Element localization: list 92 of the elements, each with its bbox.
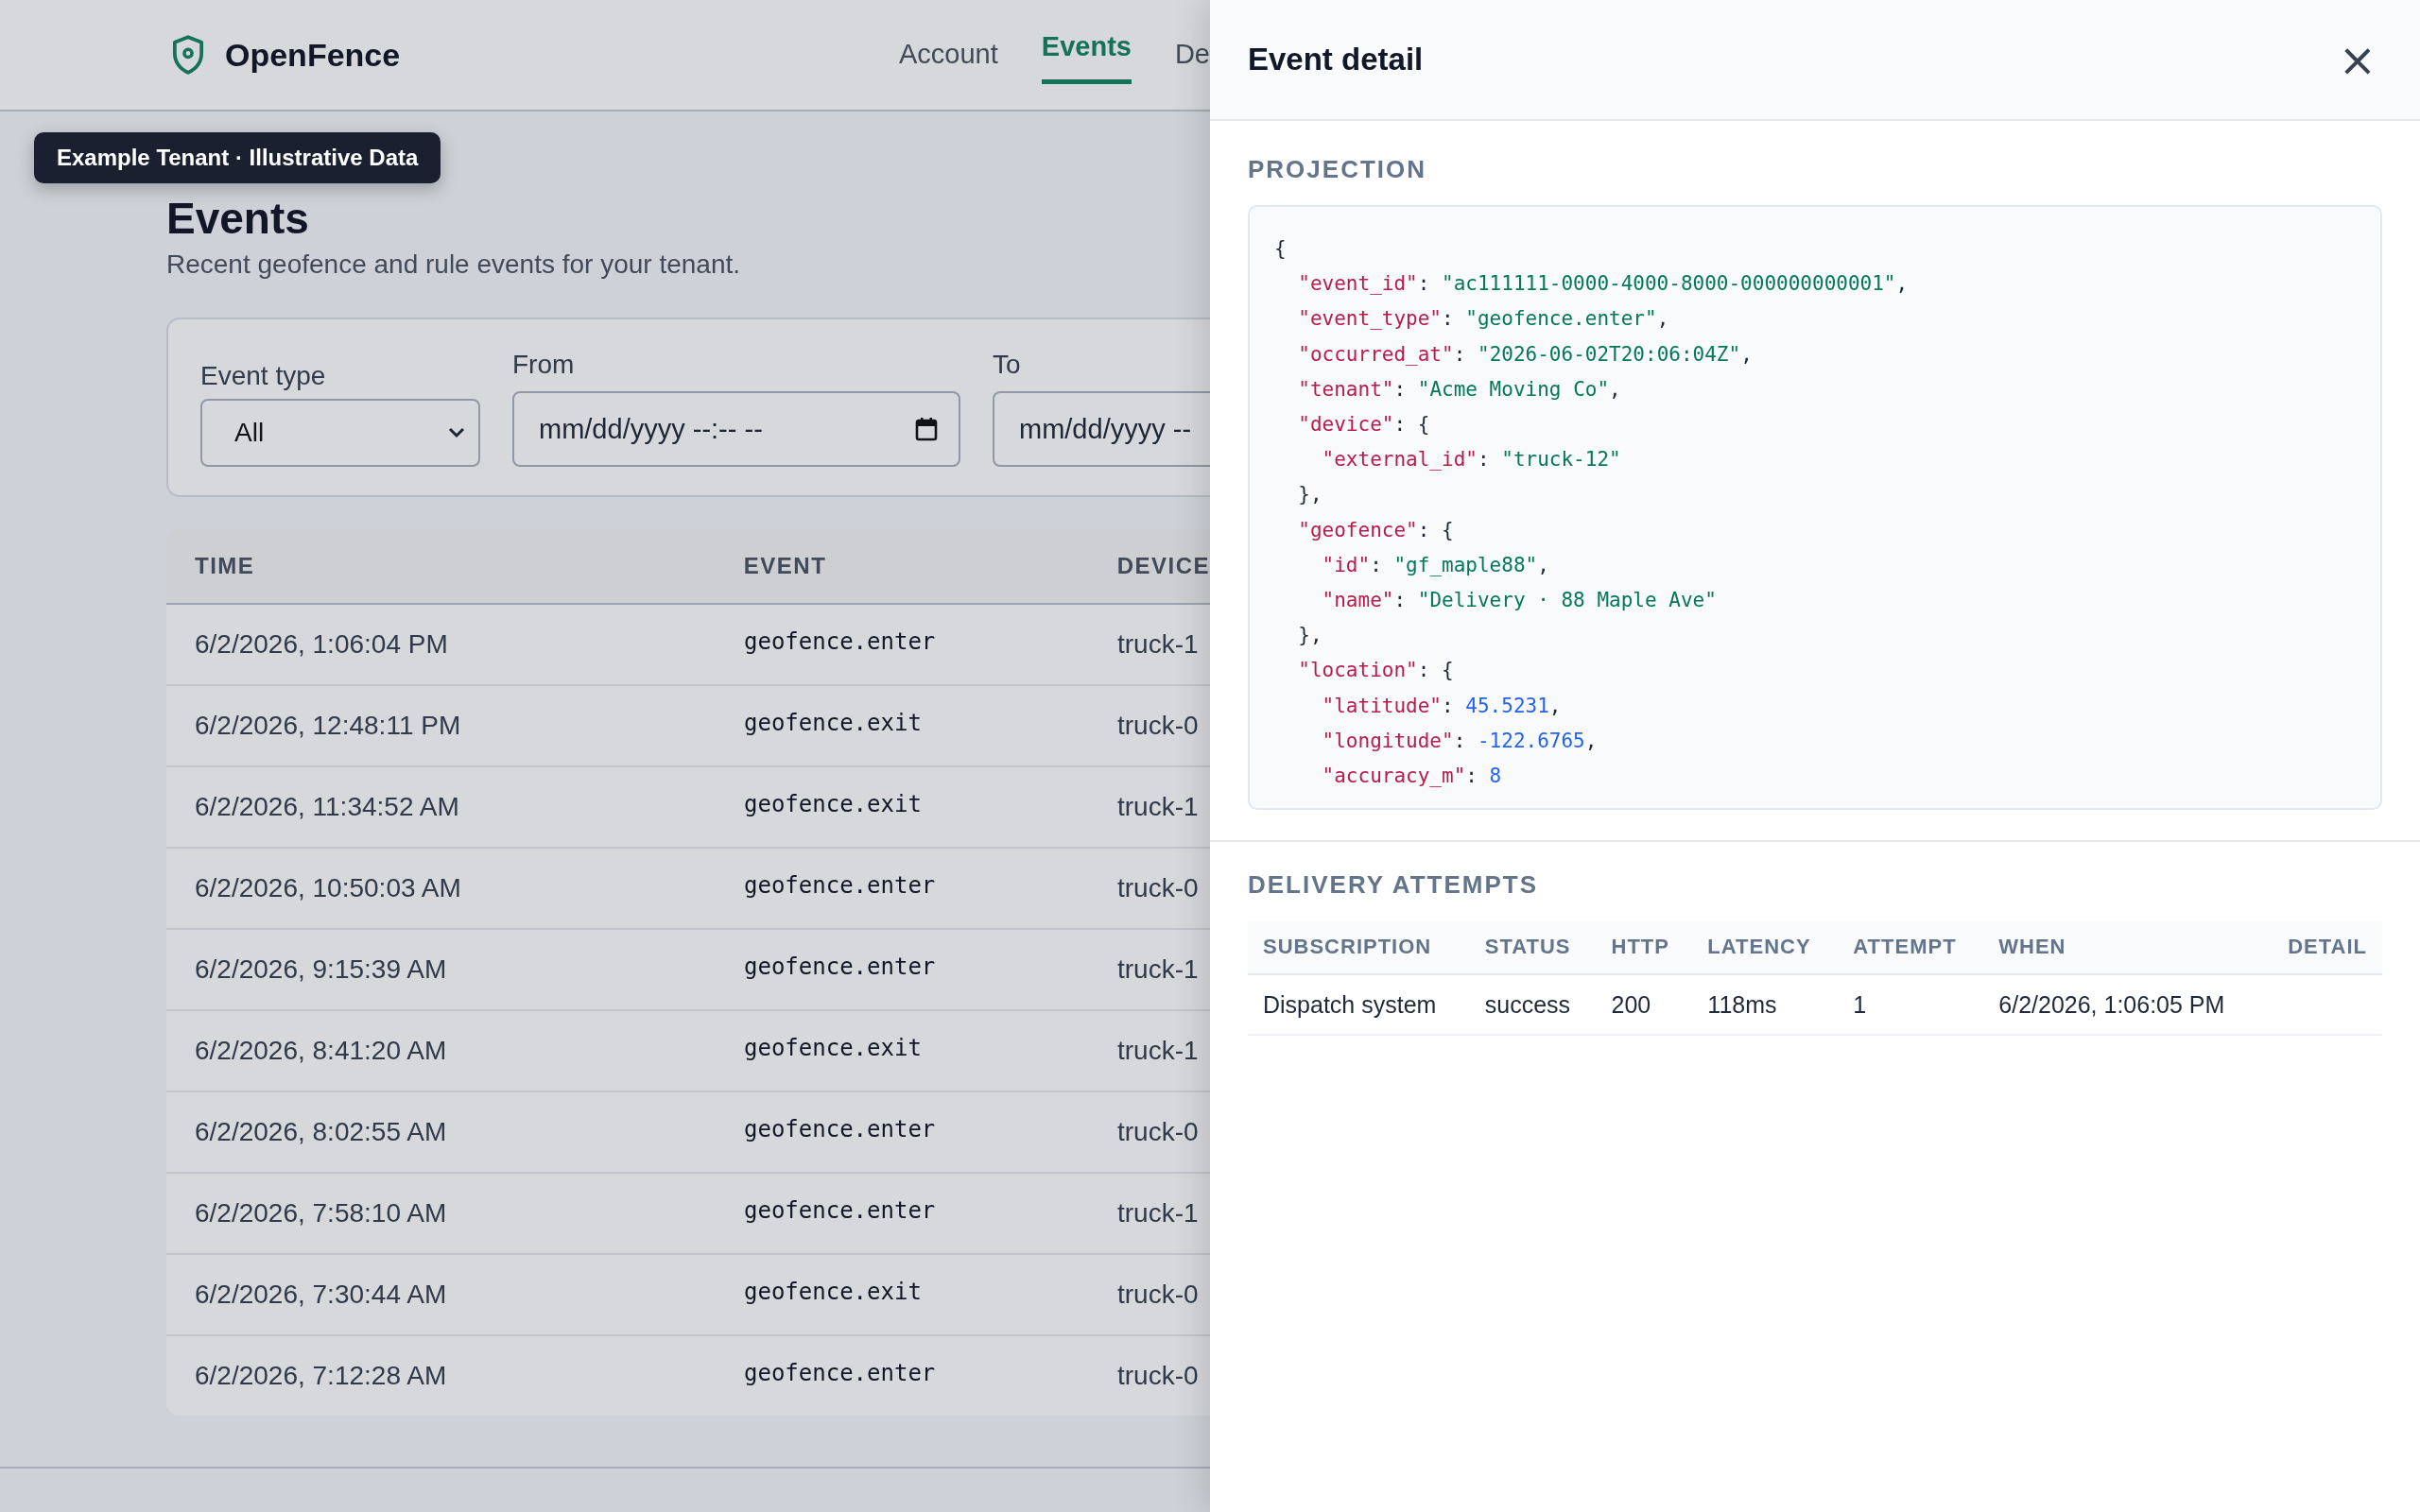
time-cell-text: 6/2/2026, 8:02:55 AM: [195, 1117, 448, 1147]
event-cell-text: geofence.exit: [744, 1279, 923, 1305]
event-row[interactable]: 6/2/2026, 7:58:10 AM geofence.enter truck-1: [166, 1172, 1210, 1253]
time-cell-text: 6/2/2026, 8:41:20 AM: [195, 1036, 448, 1066]
code-line: "latitude": 45.5231,: [1321, 693, 1563, 719]
event-cell-text: geofence.exit: [744, 791, 923, 817]
event-cell-text: geofence.enter: [744, 628, 937, 655]
table-cell: 6/2/2026, 1:06:05 PM: [1983, 974, 2263, 1035]
event-cell-text: geofence.enter: [744, 1116, 937, 1143]
device-cell: truck-0: [1117, 711, 1199, 741]
column-header: HTTP: [1596, 920, 1693, 974]
nav-tab[interactable]: De: [1174, 33, 1210, 84]
device-cell: truck-1: [1117, 792, 1199, 822]
code-line: },: [1297, 623, 1323, 649]
brand-name: OpenFence: [225, 36, 401, 74]
code-line: "event_type": "geofence.enter",: [1297, 306, 1670, 333]
code-line: "occurred_at": "2026-06-02T20:06:04Z",: [1297, 341, 1754, 368]
calendar-icon: [915, 417, 938, 441]
device-cell: truck-1: [1117, 1198, 1199, 1228]
event-cell-text: geofence.exit: [744, 1035, 923, 1061]
event-row[interactable]: 6/2/2026, 7:30:44 AM geofence.exit truck-0: [166, 1253, 1210, 1334]
time-cell-text: 6/2/2026, 1:06:04 PM: [195, 629, 449, 660]
time-cell-text: 6/2/2026, 10:50:03 AM: [195, 873, 462, 903]
code-line: "name": "Delivery · 88 Maple Ave": [1321, 588, 1718, 614]
code-line: "event_id": "ac111111-0000-4000-8000-000000000001",: [1297, 271, 1910, 298]
code-line: },: [1297, 482, 1323, 508]
page-subtitle: Recent geofence and rule events for your tenant.: [166, 249, 742, 280]
field-label: To: [993, 350, 1022, 380]
event-cell-text: geofence.exit: [744, 710, 923, 736]
device-cell: truck-0: [1117, 1361, 1199, 1391]
table-cell: success: [1469, 974, 1597, 1035]
event-row[interactable]: 6/2/2026, 1:06:04 PM geofence.enter truck-1: [166, 605, 1210, 684]
time-cell-text: 6/2/2026, 7:58:10 AM: [195, 1198, 448, 1228]
column-header: DETAIL: [2262, 920, 2382, 974]
page-title: Events: [166, 197, 310, 240]
section-heading: DELIVERY ATTEMPTS: [1248, 870, 1540, 900]
time-cell-text: 6/2/2026, 9:15:39 AM: [195, 954, 448, 985]
nav-tab[interactable]: Events: [1041, 26, 1132, 84]
event-row[interactable]: 6/2/2026, 11:34:52 AM geofence.exit truck-1: [166, 765, 1210, 847]
code-line: "longitude": -122.6765,: [1321, 728, 1599, 754]
chevron-down-icon: [448, 427, 465, 438]
code-line: "device": {: [1297, 412, 1431, 438]
event-row[interactable]: 6/2/2026, 9:15:39 AM geofence.enter truck-1: [166, 928, 1210, 1009]
column-header: ATTEMPT: [1838, 920, 1984, 974]
event-row[interactable]: 6/2/2026, 12:48:11 PM geofence.exit truck-0: [166, 684, 1210, 765]
code-line: "accuracy_m": 8: [1321, 764, 1503, 790]
event-row[interactable]: 6/2/2026, 10:50:03 AM geofence.enter truck-0: [166, 847, 1210, 928]
device-cell: truck-1: [1117, 629, 1199, 660]
close-button[interactable]: ×: [2332, 37, 2382, 82]
table-cell: 200: [1596, 974, 1693, 1035]
column-header: LATENCY: [1692, 920, 1839, 974]
time-cell-text: 6/2/2026, 11:34:52 AM: [195, 792, 460, 822]
code-line: "id": "gf_maple88",: [1321, 552, 1550, 578]
field-label: Event type: [200, 361, 327, 391]
event-cell-text: geofence.enter: [744, 1360, 937, 1386]
column-header: EVENT: [743, 553, 828, 579]
column-header: DEVICE: [1116, 553, 1210, 579]
table-cell: 118ms: [1692, 974, 1839, 1035]
device-cell: truck-0: [1117, 1280, 1199, 1310]
code-line: "location": {: [1297, 658, 1455, 684]
time-cell-text: 6/2/2026, 7:30:44 AM: [195, 1280, 448, 1310]
device-cell: truck-1: [1117, 954, 1199, 985]
column-header: TIME: [195, 553, 256, 579]
section-heading: PROJECTION: [1248, 155, 1428, 184]
tenant-badge: Example Tenant · Illustrative Data: [34, 132, 441, 183]
panel-title: Event detail: [1248, 42, 1424, 77]
from-date-field[interactable]: mm/dd/yyyy --:-- --: [512, 391, 960, 467]
code-line: "external_id": "truck-12": [1321, 447, 1622, 473]
event-cell-text: geofence.enter: [744, 954, 937, 980]
column-header: STATUS: [1469, 920, 1597, 974]
event-type-select[interactable]: All: [200, 399, 480, 467]
event-row[interactable]: 6/2/2026, 7:12:28 AM geofence.enter truck-0: [166, 1334, 1210, 1416]
event-cell-text: geofence.enter: [744, 872, 937, 899]
time-cell-text: 6/2/2026, 7:12:28 AM: [195, 1361, 448, 1391]
event-row[interactable]: 6/2/2026, 8:41:20 AM geofence.exit truck-1: [166, 1009, 1210, 1091]
code-line: {: [1274, 236, 1288, 262]
table-cell: 1: [1838, 974, 1984, 1035]
device-cell: truck-0: [1117, 1117, 1199, 1147]
code-line: "tenant": "Acme Moving Co",: [1297, 376, 1622, 403]
table-cell: Dispatch system: [1248, 974, 1470, 1035]
nav-tab[interactable]: Account: [899, 33, 998, 84]
device-cell: truck-1: [1117, 1036, 1199, 1066]
to-date-field[interactable]: mm/dd/yyyy --: [993, 391, 1210, 467]
device-cell: truck-0: [1117, 873, 1199, 903]
code-line: "geofence": {: [1297, 517, 1455, 543]
shield-icon: [170, 34, 206, 76]
field-label: From: [512, 350, 576, 380]
column-header: WHEN: [1983, 920, 2263, 974]
column-header: SUBSCRIPTION: [1248, 920, 1470, 974]
event-row[interactable]: 6/2/2026, 8:02:55 AM geofence.enter truck-0: [166, 1091, 1210, 1172]
event-cell-text: geofence.enter: [744, 1197, 937, 1224]
time-cell-text: 6/2/2026, 12:48:11 PM: [195, 711, 462, 741]
